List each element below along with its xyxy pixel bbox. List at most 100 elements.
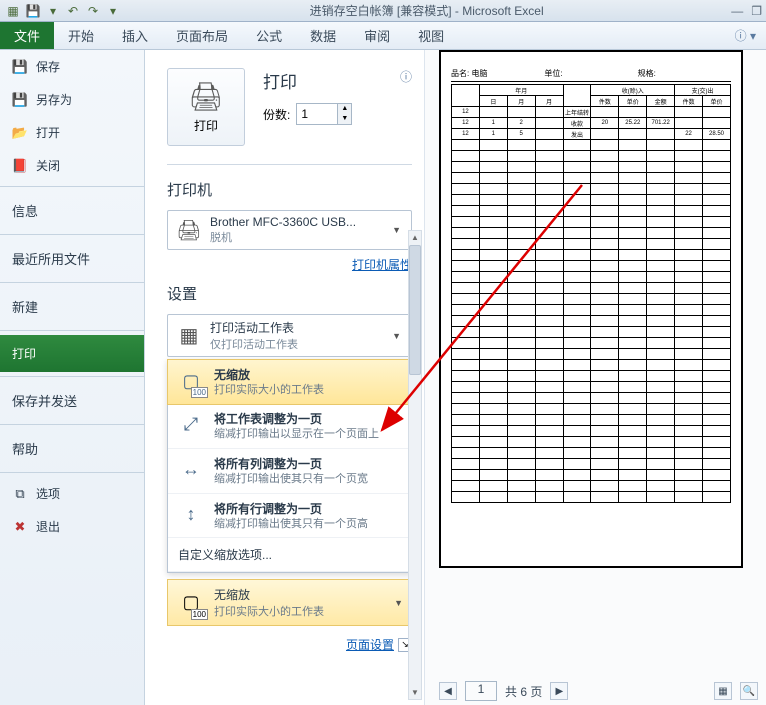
sidebar-label: 另存为 [36, 91, 72, 108]
next-page-button[interactable]: ▶ [550, 682, 568, 700]
print-button[interactable]: 🖨 打印 [167, 68, 245, 146]
sidebar-label: 退出 [36, 518, 60, 535]
scale-sub: 缩减打印输出使其只有一个页高 [214, 517, 368, 532]
page-total-label: 共 6 页 [505, 683, 542, 700]
tab-review[interactable]: 审阅 [350, 22, 404, 49]
scaling-selector[interactable]: ▢100 无缩放 打印实际大小的工作表 ▼ [167, 579, 412, 626]
tab-file[interactable]: 文件 [0, 22, 54, 49]
scale-title: 无缩放 [214, 366, 324, 383]
save-icon: 💾 [12, 59, 28, 75]
printer-device-icon: 🖨 [174, 216, 204, 244]
titlebar: ▦ 💾 ▾ ↶ ↷ ▾ 进销存空白帐簿 [兼容模式] - Microsoft E… [0, 0, 766, 22]
settings-section-label: 设置 [167, 283, 412, 304]
copies-value: 1 [297, 107, 337, 121]
scroll-thumb[interactable] [409, 245, 421, 375]
panel-scrollbar[interactable]: ▲ ▼ [408, 230, 422, 700]
sidebar-info[interactable]: 信息 [0, 191, 144, 230]
noscale-icon: ▢100 [176, 366, 206, 396]
scale-option-none[interactable]: ▢100 无缩放 打印实际大小的工作表 [167, 359, 412, 405]
page-setup-link[interactable]: 页面设置 [346, 636, 394, 653]
tab-data[interactable]: 数据 [296, 22, 350, 49]
restore-button[interactable]: ❐ [751, 4, 762, 18]
sidebar-label: 保存 [36, 58, 60, 75]
sidebar-save[interactable]: 💾 保存 [0, 50, 144, 83]
window-buttons: — ❐ [731, 4, 762, 18]
show-margins-button[interactable]: ▦ [714, 682, 732, 700]
quick-access-toolbar: ▦ 💾 ▾ ↶ ↷ ▾ [4, 2, 122, 20]
preview-pager: ◀ 1 共 6 页 ▶ ▦ 🔍 [439, 681, 758, 701]
qat-more-icon[interactable]: ▾ [104, 2, 122, 20]
preview-table: 年月 收(赊)入 支(交)出 日月月 件数单价金额 件数单价 12上年结转121… [451, 84, 731, 503]
scale-option-fitcols[interactable]: ↔ 将所有列调整为一页 缩减打印输出使其只有一个页宽 [168, 449, 411, 494]
print-heading: 打印 [263, 68, 352, 93]
scale-title: 将工作表调整为一页 [214, 410, 379, 427]
spin-up-icon[interactable]: ▲ [338, 104, 351, 114]
spin-down-icon[interactable]: ▼ [338, 114, 351, 124]
info-icon[interactable]: ⓘ [400, 68, 412, 85]
scroll-down-icon[interactable]: ▼ [409, 688, 421, 697]
window-title: 进销存空白帐簿 [兼容模式] - Microsoft Excel [122, 2, 731, 19]
sidebar-share[interactable]: 保存并发送 [0, 381, 144, 420]
scale-sub: 缩减打印输出以显示在一个页面上 [214, 427, 379, 442]
print-what-selector[interactable]: ▦ 打印活动工作表 仅打印活动工作表 ▼ [167, 314, 412, 357]
scale-title: 将所有列调整为一页 [214, 455, 368, 472]
close-icon: 📕 [12, 158, 28, 174]
sidebar-open[interactable]: 📂 打开 [0, 116, 144, 149]
sidebar-saveas[interactable]: 💾 另存为 [0, 83, 144, 116]
printer-status: 脱机 [210, 229, 388, 245]
chevron-down-icon: ▼ [394, 598, 403, 608]
scale-sub: 缩减打印输出使其只有一个页宽 [214, 472, 368, 487]
print-preview: 品名: 电脑 单位: 规格: 年月 收(赊)入 支(交)出 日月月 件数单价金额… [425, 50, 766, 705]
options-icon: ⧉ [12, 486, 28, 502]
open-icon: 📂 [12, 125, 28, 141]
printer-name: Brother MFC-3360C USB... [210, 215, 388, 229]
tab-view[interactable]: 视图 [404, 22, 458, 49]
sidebar-exit[interactable]: ✖ 退出 [0, 510, 144, 543]
copies-input[interactable]: 1 ▲▼ [296, 103, 352, 125]
tab-formulas[interactable]: 公式 [242, 22, 296, 49]
redo-icon[interactable]: ↷ [84, 2, 102, 20]
print-panel: 🖨 打印 打印 份数: 1 ▲▼ ⓘ 打印机 🖨 Brother MFC-336 [145, 50, 425, 705]
tab-pagelayout[interactable]: 页面布局 [162, 22, 242, 49]
noscale-icon: ▢100 [176, 588, 206, 618]
scale-sub: 打印实际大小的工作表 [214, 383, 324, 398]
prev-page-button[interactable]: ◀ [439, 682, 457, 700]
zoom-page-button[interactable]: 🔍 [740, 682, 758, 700]
sidebar-label: 打印 [12, 345, 36, 362]
sidebar-print[interactable]: 打印 [0, 335, 144, 372]
copies-label: 份数: [263, 106, 290, 123]
ribbon-help-icon[interactable]: ⓘ ▾ [725, 22, 766, 49]
sidebar-new[interactable]: 新建 [0, 287, 144, 326]
print-what-title: 打印活动工作表 [210, 319, 388, 336]
exit-icon: ✖ [12, 519, 28, 535]
printer-properties-link[interactable]: 打印机属性 [352, 258, 412, 272]
scale-custom-option[interactable]: 自定义缩放选项... [168, 538, 411, 572]
sidebar-label: 选项 [36, 485, 60, 502]
current-scale-sub: 打印实际大小的工作表 [214, 603, 324, 619]
scale-title: 将所有行调整为一页 [214, 500, 368, 517]
sidebar-label: 关闭 [36, 157, 60, 174]
sidebar-recent[interactable]: 最近所用文件 [0, 239, 144, 278]
preview-page: 品名: 电脑 单位: 规格: 年月 收(赊)入 支(交)出 日月月 件数单价金额… [439, 50, 743, 568]
chevron-down-icon: ▼ [388, 225, 405, 235]
printer-section-label: 打印机 [167, 179, 412, 200]
printer-selector[interactable]: 🖨 Brother MFC-3360C USB... 脱机 ▼ [167, 210, 412, 250]
sidebar-close[interactable]: 📕 关闭 [0, 149, 144, 182]
saveas-icon: 💾 [12, 92, 28, 108]
sidebar-options[interactable]: ⧉ 选项 [0, 477, 144, 510]
scale-option-fitrows[interactable]: ↕ 将所有行调整为一页 缩减打印输出使其只有一个页高 [168, 494, 411, 539]
fitrows-icon: ↕ [176, 500, 206, 530]
undo-icon[interactable]: ↶ [64, 2, 82, 20]
qat-dropdown-icon[interactable]: ▾ [44, 2, 62, 20]
save-icon[interactable]: 💾 [24, 2, 42, 20]
page-number-input[interactable]: 1 [465, 681, 497, 701]
sidebar-label: 打开 [36, 124, 60, 141]
scale-option-fitsheet[interactable]: ⤢ 将工作表调整为一页 缩减打印输出以显示在一个页面上 [168, 404, 411, 449]
print-button-label: 打印 [194, 117, 218, 134]
scroll-up-icon[interactable]: ▲ [409, 233, 421, 242]
tab-insert[interactable]: 插入 [108, 22, 162, 49]
minimize-button[interactable]: — [731, 4, 743, 18]
excel-icon: ▦ [4, 2, 22, 20]
tab-home[interactable]: 开始 [54, 22, 108, 49]
sidebar-help[interactable]: 帮助 [0, 429, 144, 468]
